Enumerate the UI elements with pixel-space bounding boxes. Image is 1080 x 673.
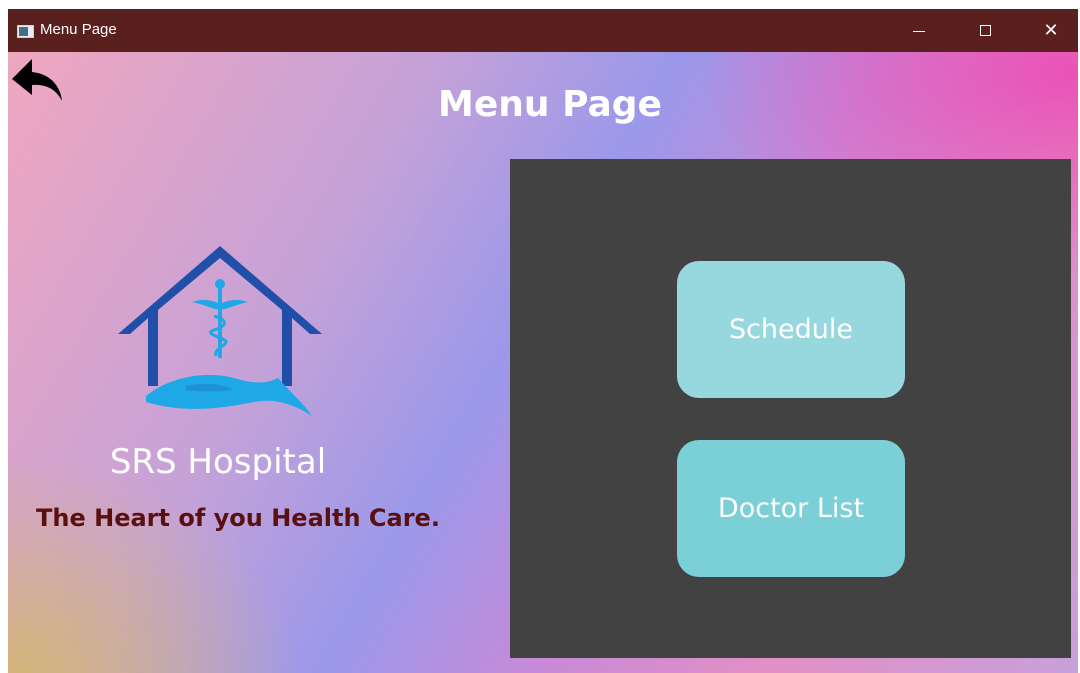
- maximize-button[interactable]: [962, 9, 1008, 52]
- menu-page-content: Menu Page SRS Hospital The Heart of you …: [8, 52, 1078, 673]
- app-window: Menu Page ✕ Menu Page SRS Hospital The H…: [8, 9, 1078, 673]
- menu-panel: Schedule Doctor List: [510, 159, 1071, 658]
- page-title: Menu Page: [438, 84, 662, 125]
- title-bar[interactable]: Menu Page ✕: [8, 9, 1078, 52]
- minimize-icon: [913, 31, 925, 32]
- hospital-logo-icon: [118, 246, 322, 416]
- maximize-icon: [979, 25, 991, 36]
- close-icon: ✕: [1043, 19, 1059, 41]
- hospital-name: SRS Hospital: [109, 442, 327, 482]
- close-button[interactable]: ✕: [1028, 9, 1074, 52]
- hospital-tagline: The Heart of you Health Care.: [36, 504, 440, 532]
- window-title: Menu Page: [40, 21, 117, 38]
- minimize-button[interactable]: [896, 9, 942, 52]
- doctor-list-button[interactable]: Doctor List: [677, 440, 905, 577]
- schedule-button[interactable]: Schedule: [677, 261, 905, 398]
- app-icon: [17, 25, 34, 38]
